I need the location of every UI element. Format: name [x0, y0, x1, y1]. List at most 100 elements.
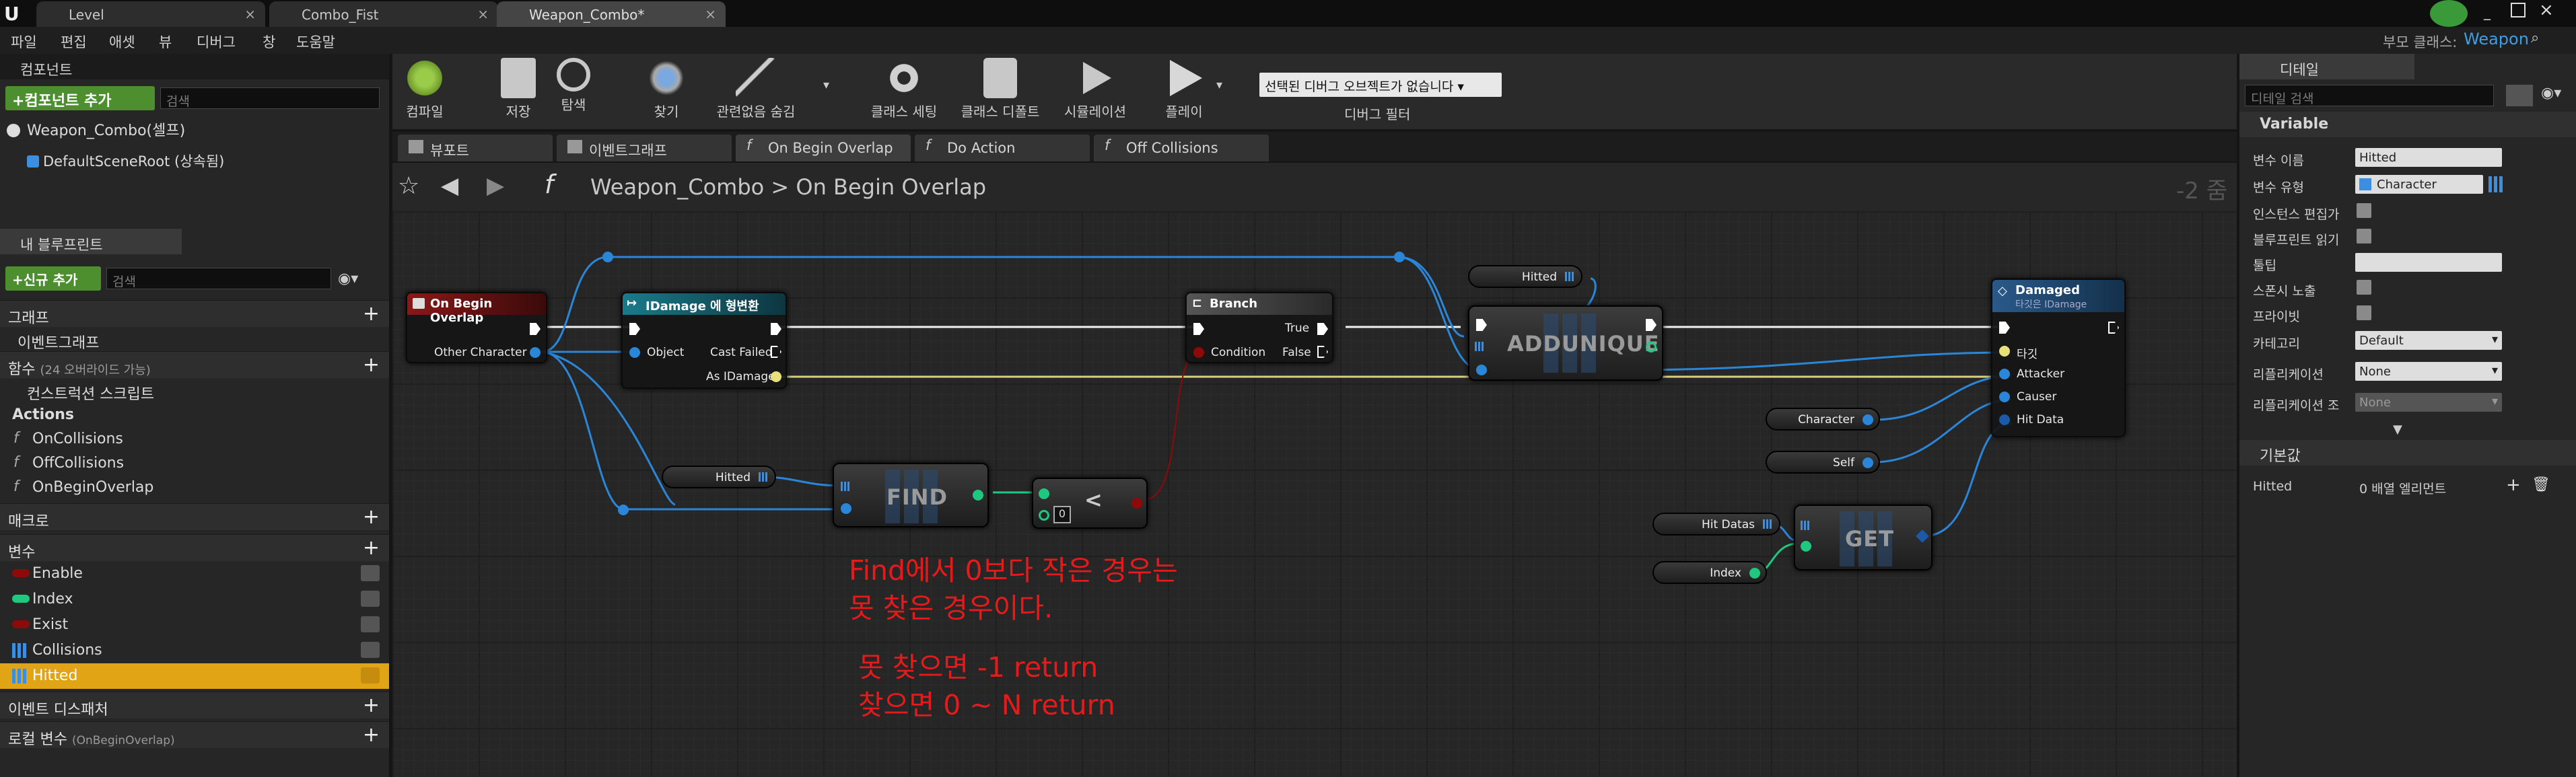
class-defaults-button[interactable]: 클래스 디폴트 [956, 58, 1044, 120]
back-arrow-icon[interactable]: ◀ [441, 172, 458, 199]
get-node[interactable]: GET [1794, 505, 1933, 570]
hitted-find-getter-node[interactable]: Hitted [662, 466, 776, 488]
array-pin-icon[interactable] [1565, 272, 1574, 281]
self-node[interactable]: Self [1766, 451, 1880, 474]
save-button[interactable]: 저장 [495, 58, 542, 120]
add-dispatcher-icon[interactable]: + [363, 694, 380, 717]
eye-icon[interactable] [361, 616, 380, 632]
tab-combo-fist[interactable]: Combo_Fist × [269, 1, 498, 27]
index-pin[interactable] [1749, 568, 1760, 579]
graphs-category[interactable]: 그래프 + [0, 300, 389, 327]
array-pin[interactable] [1475, 342, 1484, 351]
menu-debug[interactable]: 디버그 [197, 32, 236, 52]
item-pin[interactable] [841, 503, 851, 514]
visibility-eye-icon[interactable]: ◉▾ [338, 270, 365, 288]
menu-help[interactable]: 도움말 [296, 32, 335, 52]
hitted-getter-node[interactable]: Hitted [1468, 265, 1582, 288]
event-node[interactable]: On Begin Overlap Other Character [406, 292, 547, 363]
menu-edit[interactable]: 편집 [61, 32, 87, 52]
array-pin-icon[interactable] [759, 472, 768, 482]
eye-icon[interactable] [361, 565, 380, 581]
grid-view-icon[interactable] [2506, 85, 2533, 106]
chevron-down-icon[interactable]: ▾ [1216, 78, 1222, 92]
compile-button[interactable]: 컴파일 [398, 58, 452, 120]
damaged-node[interactable]: ◇ Damaged 타깃은 IDamage 타깃 Attacker Causer H… [1991, 279, 2126, 437]
favorite-star-icon[interactable]: ☆ [398, 172, 419, 200]
expose-on-spawn-checkbox[interactable] [2357, 280, 2371, 295]
reroute-node[interactable] [618, 505, 629, 515]
hit-data-pin[interactable] [1999, 414, 2010, 425]
variable-item-exist[interactable]: Exist [0, 612, 389, 638]
variable-item-collisions[interactable]: Collisions [0, 638, 389, 663]
forward-arrow-icon[interactable]: ▶ [487, 172, 504, 199]
array-pin[interactable] [841, 482, 850, 491]
add-function-icon[interactable]: + [363, 353, 380, 377]
add-macro-icon[interactable]: + [363, 505, 380, 529]
event-graph-item[interactable]: 이벤트그래프 [0, 327, 389, 352]
debug-object-select[interactable]: 선택된 디버그 오브젝트가 없습니다 ▾ [1259, 73, 1502, 97]
a-pin[interactable] [1039, 488, 1049, 499]
macros-category[interactable]: 매크로 + [0, 503, 389, 530]
exec-out-pin[interactable] [2108, 322, 2119, 334]
menu-asset[interactable]: 애셋 [109, 32, 135, 52]
true-pin[interactable] [1317, 323, 1328, 335]
add-element-icon[interactable]: + [2506, 475, 2521, 495]
menu-window[interactable]: 창 [263, 32, 275, 52]
instance-editable-checkbox[interactable] [2357, 203, 2371, 218]
add-graph-icon[interactable]: + [363, 302, 380, 326]
target-pin[interactable] [1999, 346, 2010, 357]
visibility-eye-icon[interactable]: ◉▾ [2541, 85, 2568, 106]
tab-event-graph[interactable]: 이벤트그래프 [557, 135, 732, 161]
cast-failed-pin[interactable] [771, 346, 781, 358]
exec-out-pin[interactable] [771, 323, 781, 335]
index-out-pin[interactable] [1646, 342, 1657, 353]
item-pin[interactable] [1476, 365, 1487, 375]
attacker-pin[interactable] [1999, 369, 2010, 379]
blueprint-readonly-checkbox[interactable] [2357, 229, 2371, 244]
b-pin[interactable] [1039, 510, 1049, 521]
tooltip-input[interactable] [2355, 253, 2502, 272]
index-in-pin[interactable] [1801, 541, 1811, 552]
object-pin[interactable] [629, 347, 640, 358]
variable-type-select[interactable]: Character [2355, 175, 2483, 194]
function-item-oncollisions[interactable]: f OnCollisions [0, 427, 389, 451]
exec-in-pin[interactable] [1476, 319, 1487, 331]
tab-level[interactable]: Level × [36, 1, 265, 27]
self-pin[interactable] [1863, 457, 1873, 468]
browse-button[interactable]: 탐색 [550, 58, 597, 114]
add-variable-icon[interactable]: + [363, 536, 380, 560]
exec-in-pin[interactable] [1193, 323, 1204, 335]
close-window-icon[interactable]: × [2539, 0, 2566, 20]
replication-select[interactable]: None ▾ [2355, 362, 2502, 381]
close-icon[interactable]: × [477, 6, 489, 22]
cast-node[interactable]: ↦ IDamage 에 형변환 Object Cast Failed As IDa… [621, 292, 787, 389]
exec-out-pin[interactable] [530, 323, 541, 335]
add-component-button[interactable]: +컴포넌트 추가 [5, 86, 155, 110]
struct-out-pin[interactable] [1916, 529, 1929, 543]
tab-weapon-combo[interactable]: Weapon_Combo* × [497, 1, 726, 27]
b-value-input[interactable]: 0 [1053, 506, 1071, 523]
scene-root-component[interactable]: DefaultSceneRoot (상속됨) [27, 151, 224, 171]
find-button[interactable]: 찾기 [643, 58, 690, 120]
graph-canvas[interactable]: On Begin Overlap Other Character ↦ IDamag… [392, 211, 2237, 777]
parent-class-link[interactable]: Weapon [2464, 30, 2529, 48]
index-getter-node[interactable]: Index [1652, 561, 1767, 584]
array-pin-icon[interactable] [1763, 519, 1772, 529]
maximize-icon[interactable] [2511, 3, 2526, 17]
default-value-category[interactable]: 기본값 [2239, 440, 2576, 466]
exec-in-pin[interactable] [1999, 322, 2010, 334]
category-select[interactable]: Default ▾ [2355, 331, 2502, 350]
tab-do-action[interactable]: f Do Action [915, 135, 1090, 161]
blueprint-search-input[interactable]: 검색 [106, 268, 331, 289]
details-tab[interactable]: 디테일 [2239, 54, 2414, 79]
false-pin[interactable] [1317, 346, 1328, 358]
functions-category[interactable]: 함수 (24 오버라이드 가능) + [0, 351, 389, 378]
dispatchers-category[interactable]: 이벤트 디스패처 + [0, 692, 389, 718]
character-getter-node[interactable]: Character [1766, 408, 1880, 431]
menu-view[interactable]: 뷰 [159, 32, 172, 52]
bool-out-pin[interactable] [1132, 498, 1142, 509]
variable-name-input[interactable]: Hitted [2355, 148, 2502, 167]
trash-icon[interactable]: 🗑 [2532, 476, 2550, 493]
variable-item-enable[interactable]: Enable [0, 561, 389, 587]
character-pin[interactable] [1863, 414, 1873, 425]
